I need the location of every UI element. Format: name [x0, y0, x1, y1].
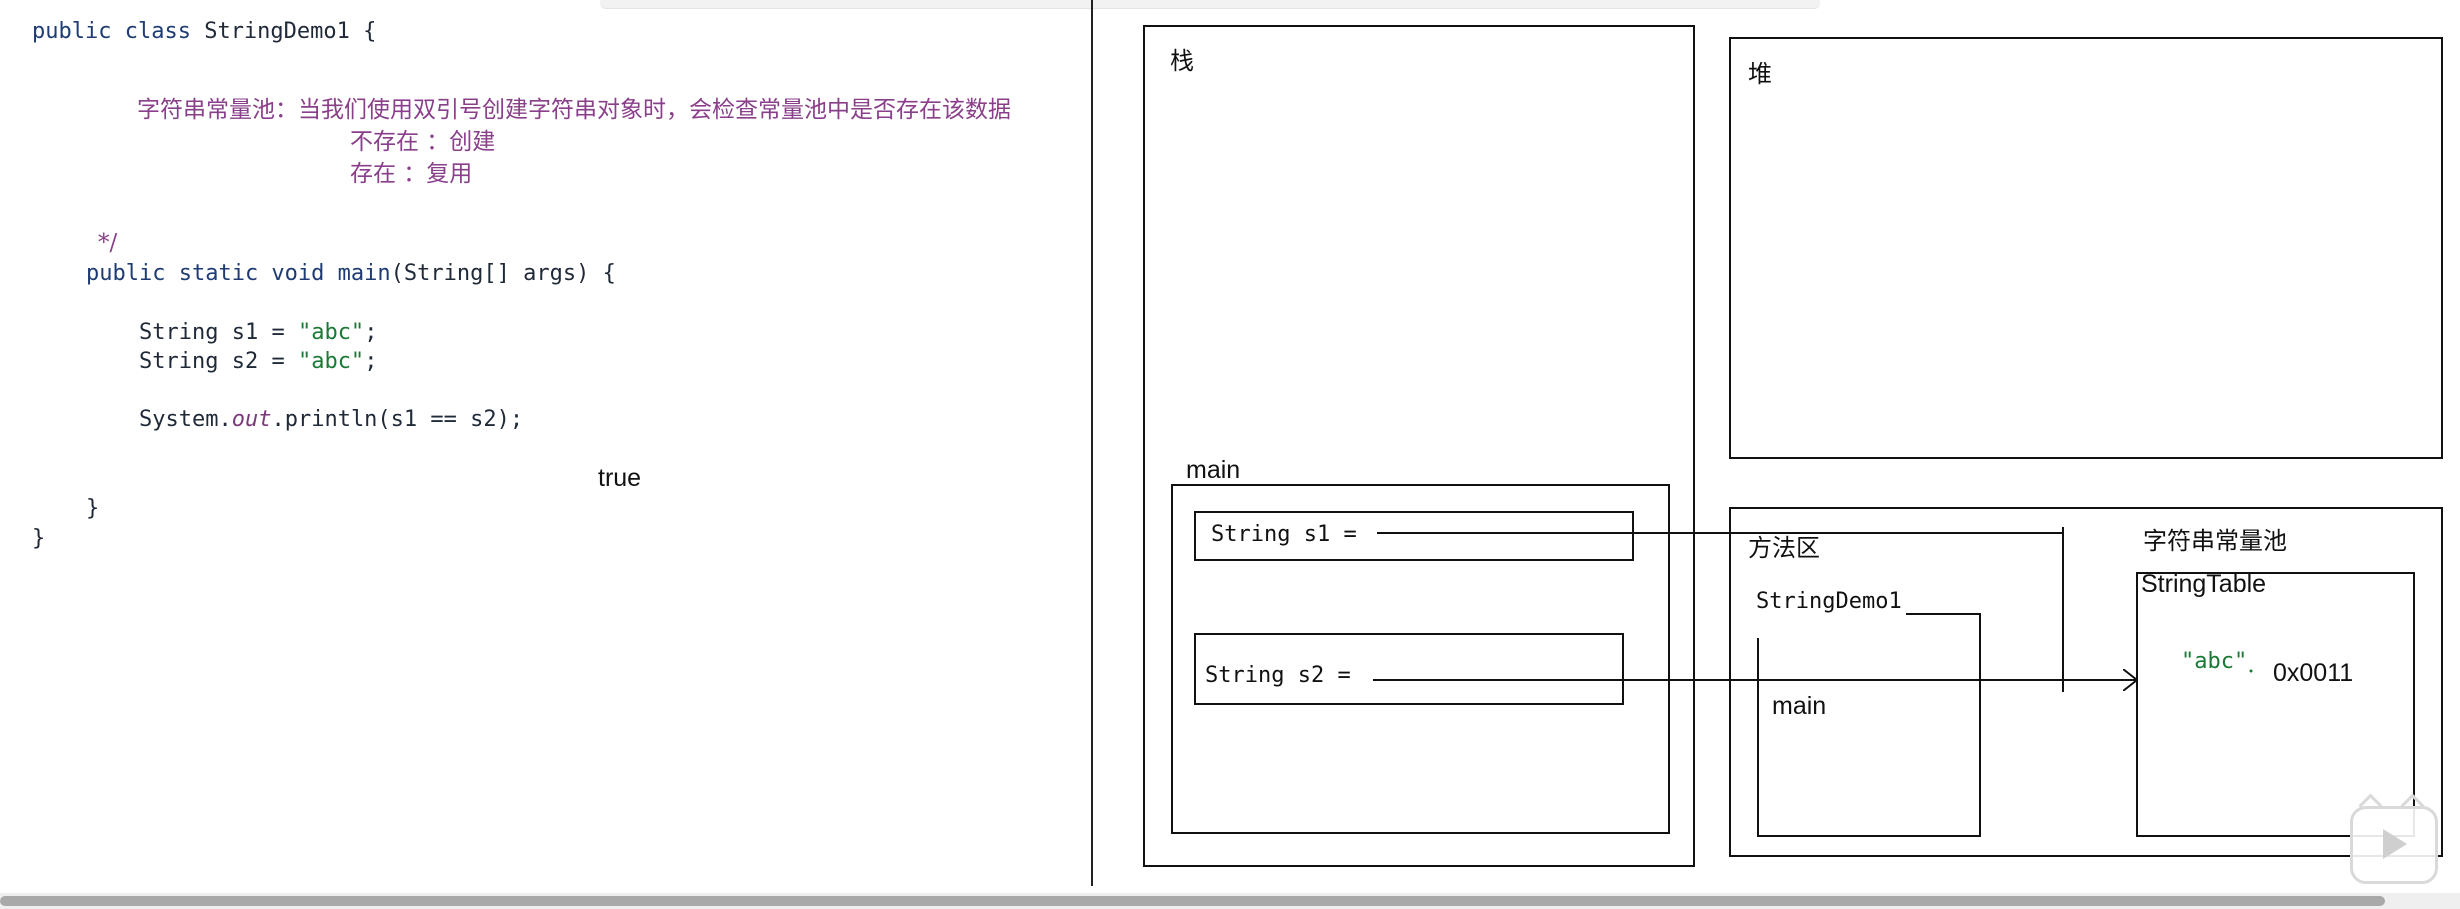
s2-variable-label: String s2 = — [1205, 663, 1351, 688]
memory-diagram: 栈 main String s1 = String s2 = 堆 方法区 字符串… — [1143, 25, 2443, 867]
stack-box — [1143, 25, 1695, 867]
class-box — [1757, 613, 1981, 837]
pool-string-dot — [2249, 669, 2253, 673]
pool-address: 0x0011 — [2273, 659, 2353, 687]
heap-box — [1729, 37, 2443, 459]
play-button-icon[interactable] — [2350, 806, 2438, 884]
heap-label: 堆 — [1748, 60, 1772, 88]
stack-label: 栈 — [1170, 47, 1194, 75]
method-area-label: 方法区 — [1748, 534, 1820, 562]
main-frame-label: main — [1186, 456, 1240, 484]
s1-variable-label: String s1 = — [1211, 522, 1357, 547]
pool-string-literal: "abc" — [2181, 649, 2247, 674]
string-pool-label: 字符串常量池 — [2143, 527, 2287, 555]
scrollbar-thumb[interactable] — [0, 896, 2385, 906]
class-box-label: StringDemo1 — [1756, 589, 1902, 614]
class-main-label: main — [1772, 692, 1826, 720]
string-table-label: StringTable — [2141, 570, 2266, 598]
